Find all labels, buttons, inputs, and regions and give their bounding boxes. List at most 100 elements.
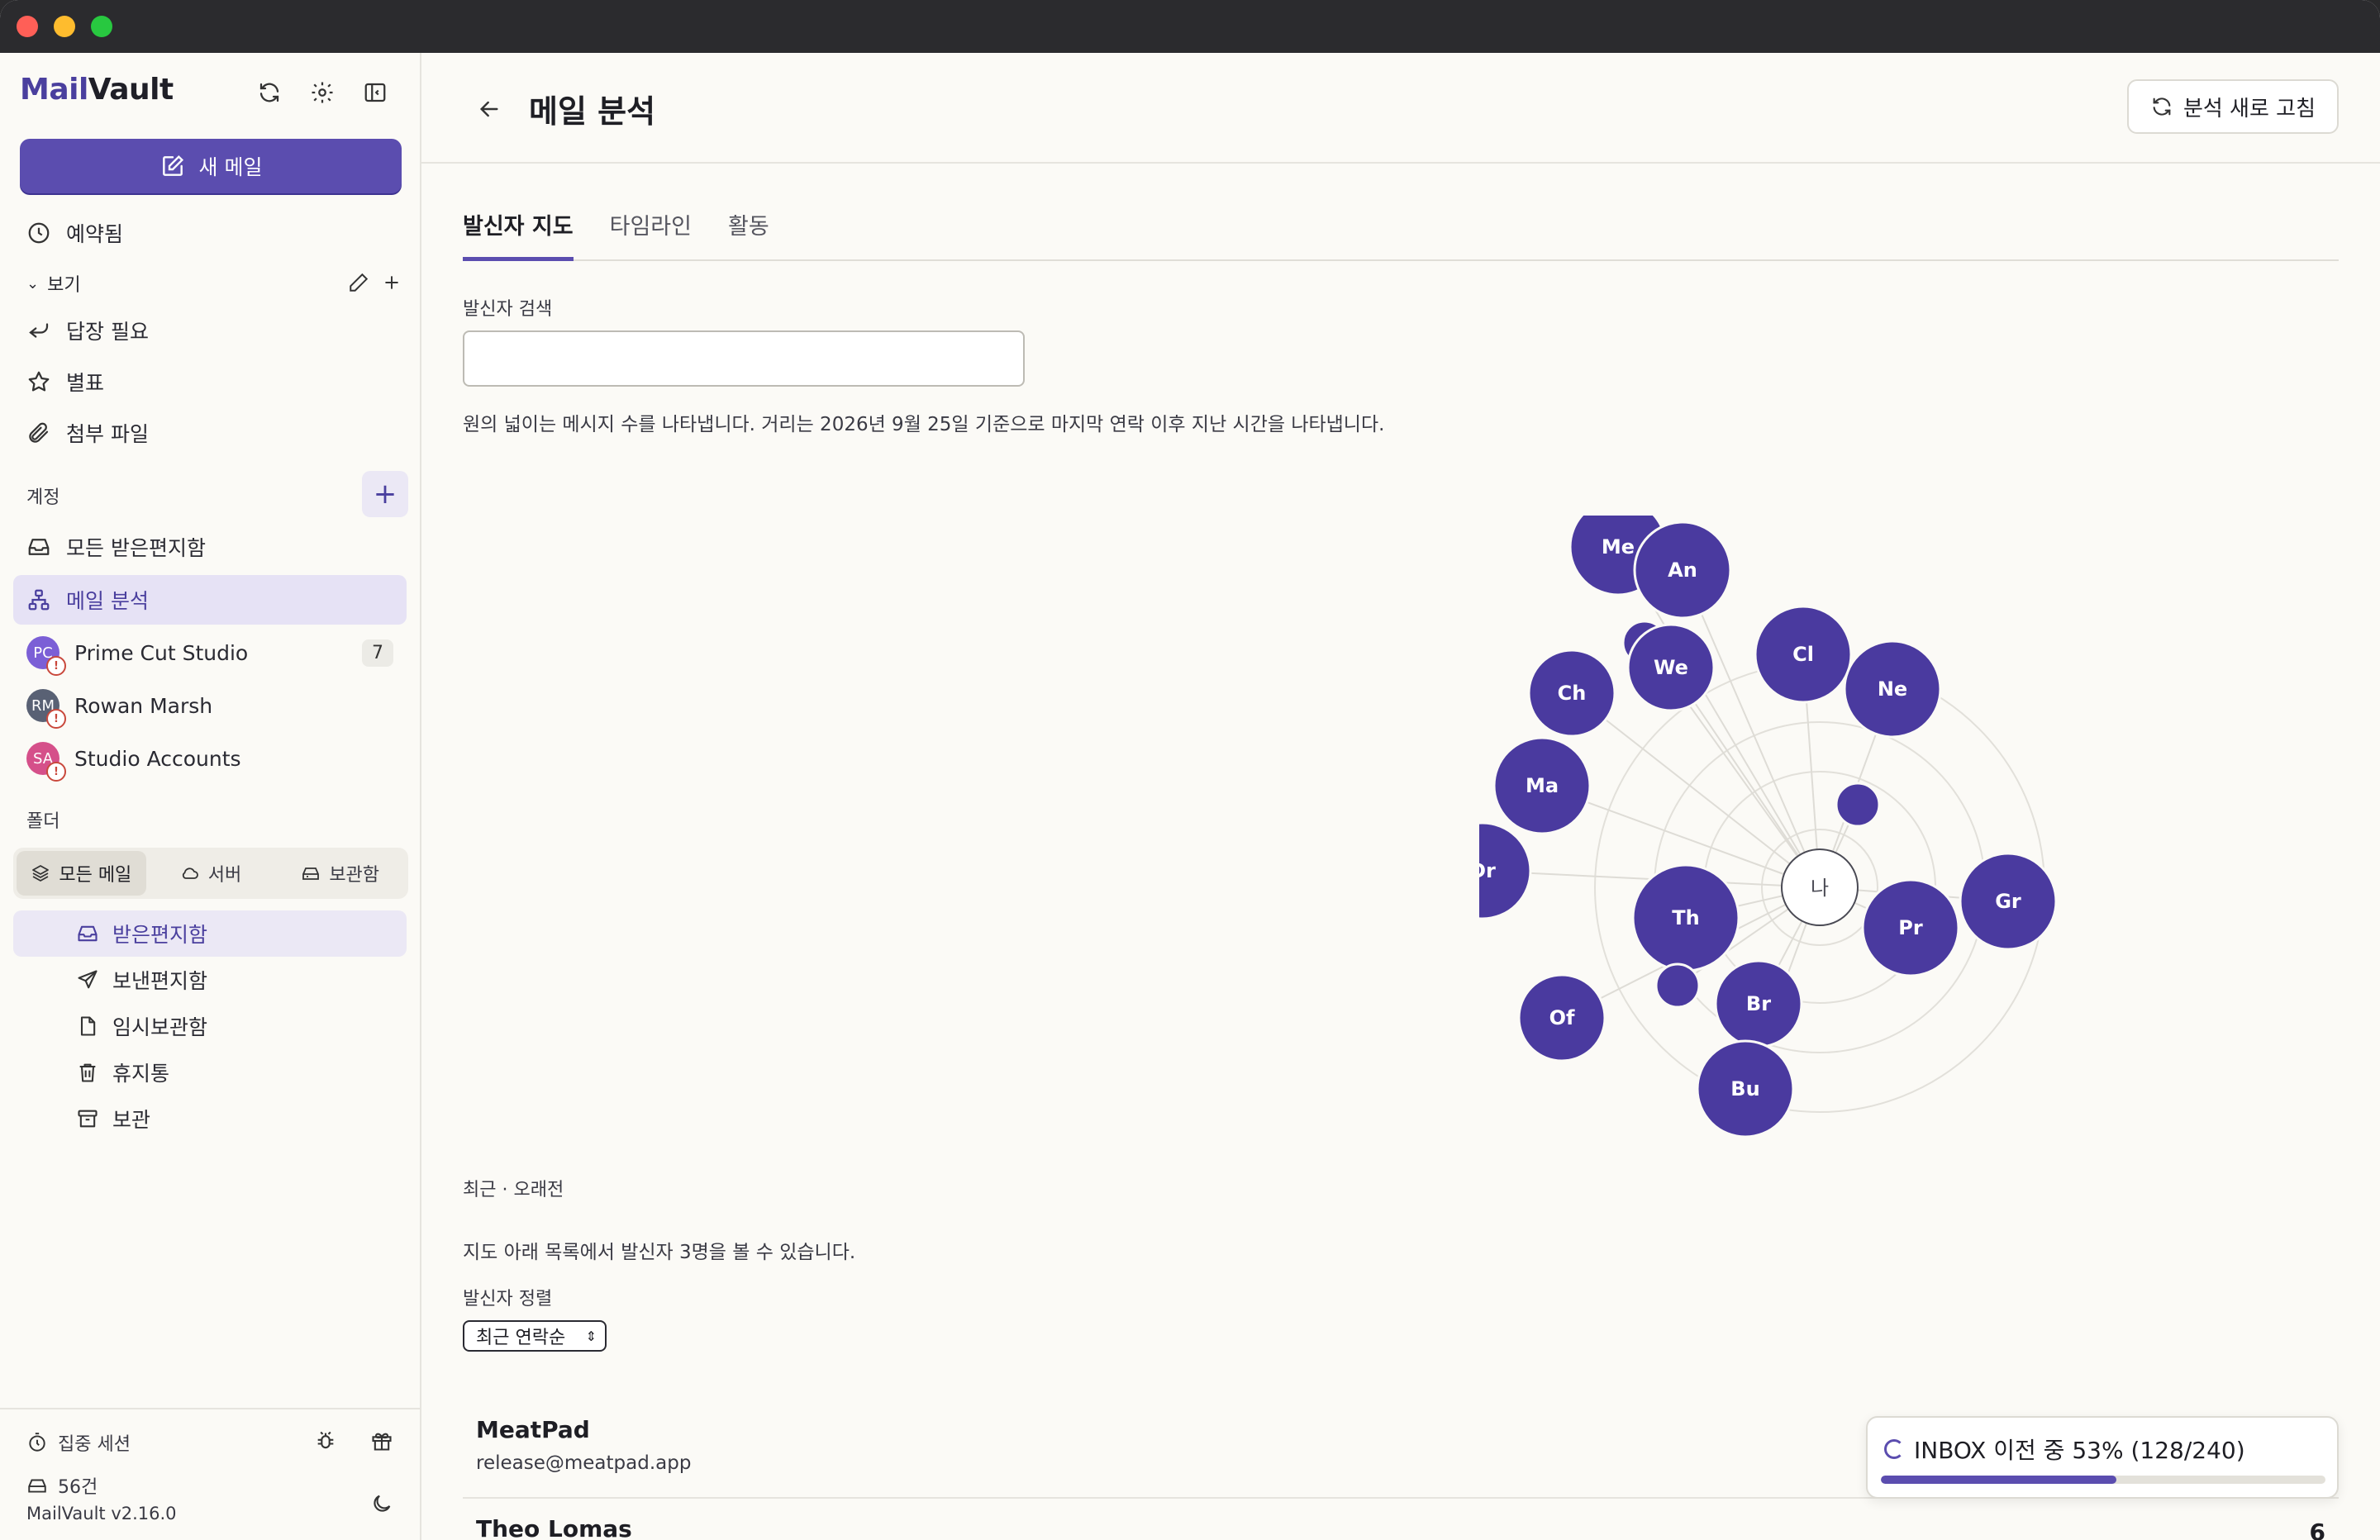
migration-status: INBOX 이전 중 53% (128/240) xyxy=(1914,1437,2245,1464)
timer-icon xyxy=(29,1433,45,1452)
sender-link xyxy=(1571,692,1821,888)
folder-sent[interactable]: 보낸편지함 xyxy=(13,957,407,1003)
close-window-button[interactable] xyxy=(17,16,38,37)
trash-icon xyxy=(79,1063,96,1082)
folder-tab-storage[interactable]: 보관함 xyxy=(275,851,405,896)
title-bar xyxy=(0,0,2380,53)
distance-legend: 최근 · 오래전 xyxy=(463,1180,564,1200)
bug-icon[interactable] xyxy=(311,1426,340,1456)
sender-bubble-label: Pr xyxy=(1898,916,1923,939)
sender-search-input[interactable] xyxy=(463,330,1025,387)
layers-icon xyxy=(32,865,50,882)
paperclip-icon xyxy=(29,422,49,443)
file-icon xyxy=(80,1016,96,1036)
app-window: MailVault 새 메일 예약됨 ⌄ 보기 답장 필요 별표 첨부 파일 계… xyxy=(0,0,2380,1540)
self-node-label: 나 xyxy=(1811,877,1829,900)
account-studio-accounts[interactable]: SA ! Studio Accounts xyxy=(13,734,407,783)
folder-inbox[interactable]: 받은편지함 xyxy=(13,910,407,957)
warning-icon: ! xyxy=(46,762,66,782)
refresh-analysis-button[interactable]: 분석 새로 고침 xyxy=(2126,79,2339,134)
account-prime-cut-studio[interactable]: PC ! Prime Cut Studio 7 xyxy=(13,628,407,677)
view-starred[interactable]: 별표 xyxy=(13,357,407,406)
clock-icon xyxy=(28,222,50,244)
main-content: 메일 분석 분석 새로 고침 발신자 지도 타임라인 활동 발신자 검색 원의 … xyxy=(421,53,2380,1540)
folder-drafts[interactable]: 임시보관함 xyxy=(13,1003,407,1049)
app-version: MailVault v2.16.0 xyxy=(26,1504,177,1523)
accounts-heading: 계정 xyxy=(26,487,60,508)
sender-bubble-label: Cl xyxy=(1792,643,1814,666)
inbox-icon xyxy=(78,925,98,942)
maximize-window-button[interactable] xyxy=(91,16,112,37)
arrow-left-icon xyxy=(479,101,498,117)
sidebar-footer: 집중 세션 56건 MailVault v2.16.0 xyxy=(0,1408,420,1540)
minimize-window-button[interactable] xyxy=(54,16,75,37)
warning-icon: ! xyxy=(46,656,66,676)
search-label: 발신자 검색 xyxy=(463,299,553,320)
folder-tab-all-mail[interactable]: 모든 메일 xyxy=(17,851,146,896)
folder-tab-server[interactable]: 서버 xyxy=(146,851,276,896)
sender-bubble-label: Bu xyxy=(1730,1077,1759,1100)
views-heading[interactable]: ⌄ 보기 xyxy=(26,270,81,297)
warning-icon: ! xyxy=(46,709,66,729)
analysis-tabs: 발신자 지도 타임라인 활동 xyxy=(463,202,2339,261)
nav-all-inboxes[interactable]: 모든 받은편지함 xyxy=(13,522,407,572)
nav-mail-analysis[interactable]: 메일 분석 xyxy=(13,575,407,625)
back-button[interactable] xyxy=(471,91,507,127)
compose-icon xyxy=(162,154,183,176)
view-attachments[interactable]: 첨부 파일 xyxy=(13,408,407,458)
inbox-icon xyxy=(28,539,50,555)
updown-chevron-icon: ⇕ xyxy=(585,1328,597,1344)
compose-button[interactable]: 새 메일 xyxy=(20,139,402,193)
focus-session-button[interactable]: 집중 세션 xyxy=(26,1429,131,1456)
sender-bubble[interactable] xyxy=(1654,962,1701,1009)
send-icon xyxy=(78,970,98,989)
sort-label: 발신자 정렬 xyxy=(463,1289,553,1309)
refresh-icon xyxy=(2153,97,2171,116)
cloud-icon xyxy=(182,867,198,879)
sender-bubble-label: An xyxy=(1668,558,1697,582)
sender-map: Me An We Ch Cl Ne Ma Dr Gr Th Pr Br Of Bu 나 xyxy=(1479,516,2058,1138)
sync-icon[interactable] xyxy=(253,76,286,109)
star-icon xyxy=(28,371,50,392)
collapse-sidebar-icon[interactable] xyxy=(359,76,392,109)
tab-timeline[interactable]: 타임라인 xyxy=(610,202,692,261)
folder-trash[interactable]: 휴지통 xyxy=(13,1049,407,1096)
map-description: 원의 넓이는 메시지 수를 나타냅니다. 거리는 2026년 9월 25일 기준… xyxy=(463,414,1385,435)
nav-scheduled[interactable]: 예약됨 xyxy=(13,208,407,258)
add-account-button[interactable]: + xyxy=(362,471,408,517)
folder-scope-tabs: 모든 메일 서버 보관함 xyxy=(13,848,408,899)
sidebar: MailVault 새 메일 예약됨 ⌄ 보기 답장 필요 별표 첨부 파일 계… xyxy=(0,53,421,1540)
page-header: 메일 분석 분석 새로 고침 xyxy=(421,53,2380,164)
avatar: SA ! xyxy=(26,742,66,782)
network-icon xyxy=(28,589,50,611)
compose-label: 새 메일 xyxy=(198,155,263,179)
folders-heading: 폴더 xyxy=(26,811,60,832)
tab-sender-map[interactable]: 발신자 지도 xyxy=(463,202,574,261)
moon-icon[interactable] xyxy=(367,1489,397,1519)
app-logo: MailVault xyxy=(20,73,174,107)
tab-activity[interactable]: 활동 xyxy=(728,202,769,261)
avatar: PC ! xyxy=(26,636,66,676)
drive-icon xyxy=(302,867,320,880)
sender-bubble-label: Ch xyxy=(1558,682,1587,705)
edit-views-icon[interactable] xyxy=(342,266,375,299)
migration-progress-bar xyxy=(1881,1476,2325,1484)
sender-bubble[interactable] xyxy=(1835,782,1881,828)
chevron-down-icon: ⌄ xyxy=(26,274,40,292)
gift-icon[interactable] xyxy=(367,1426,397,1456)
gear-icon[interactable] xyxy=(306,76,339,109)
sender-bubble-label: Of xyxy=(1549,1006,1575,1029)
sort-select[interactable]: 최근 연락순 ⇕ xyxy=(463,1320,607,1352)
view-needs-reply[interactable]: 답장 필요 xyxy=(13,306,407,355)
archive-icon xyxy=(78,1110,98,1128)
sender-bubble-label: Me xyxy=(1602,535,1635,558)
account-rowan-marsh[interactable]: RM ! Rowan Marsh xyxy=(13,681,407,730)
sender-bubble-label: Gr xyxy=(1995,890,2021,913)
page-title: 메일 분석 xyxy=(529,93,656,130)
folder-archive[interactable]: 보관 xyxy=(13,1096,407,1142)
sender-bubble-label: Th xyxy=(1672,906,1699,929)
sender-count-note: 지도 아래 목록에서 발신자 3명을 볼 수 있습니다. xyxy=(463,1242,856,1263)
add-view-icon[interactable] xyxy=(375,266,408,299)
list-item[interactable]: Theo Lomas 6 xyxy=(463,1499,2339,1540)
sender-bubble-label: Dr xyxy=(1479,859,1496,882)
